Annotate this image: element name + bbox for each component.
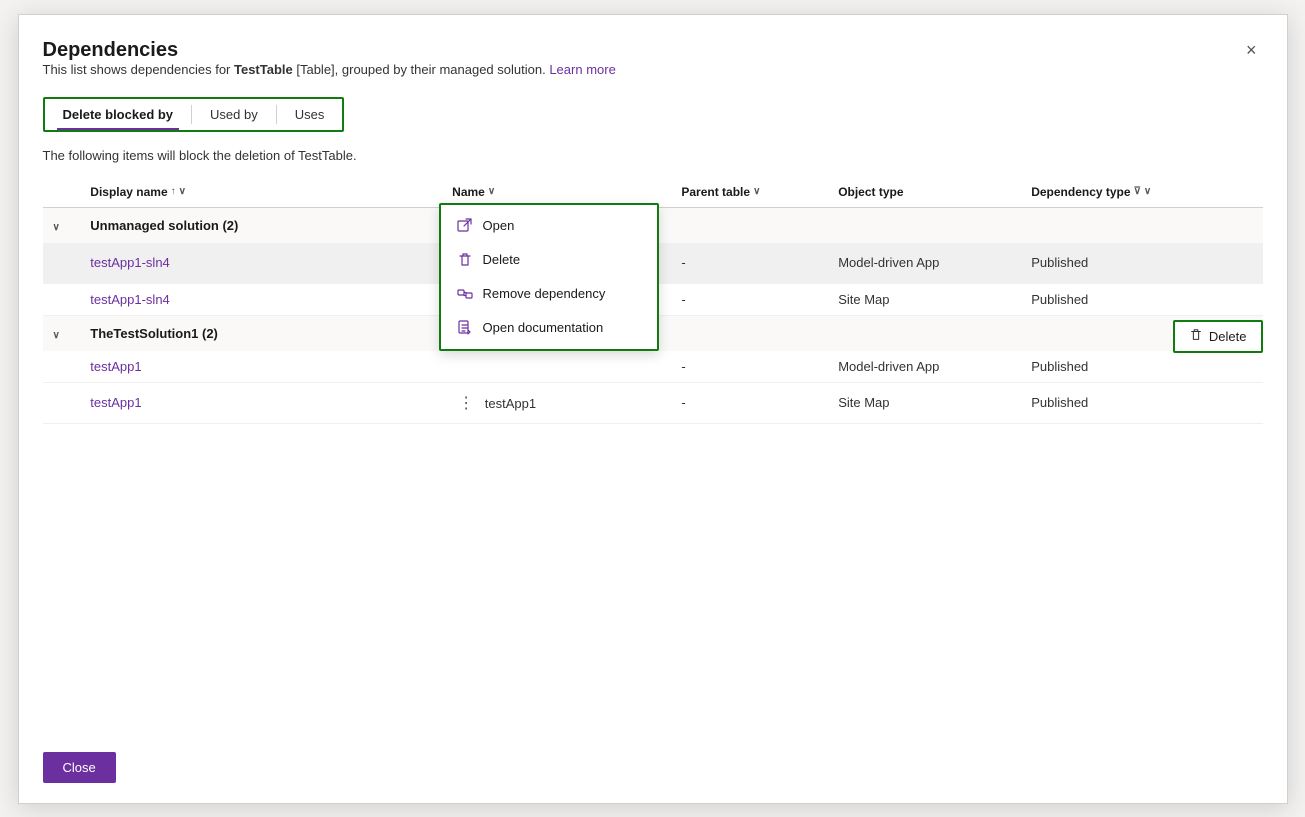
context-menu-item-open-doc[interactable]: Open documentation xyxy=(441,311,657,345)
delete-label: Delete xyxy=(483,252,521,267)
tab-uses[interactable]: Uses xyxy=(277,99,343,130)
row4-name: testApp1 xyxy=(485,396,536,411)
row4-display-link[interactable]: testApp1 xyxy=(90,395,141,410)
dialog-subtitle: This list shows dependencies for TestTab… xyxy=(43,62,616,77)
group-label-test-solution: TheTestSolution1 (2) xyxy=(80,315,1262,351)
remove-dep-label: Remove dependency xyxy=(483,286,606,301)
table-row: testApp1 ⋮ testApp1 - Site Map Published xyxy=(43,382,1263,423)
row2-display-name: testApp1-sln4 xyxy=(80,283,442,315)
close-dialog-button[interactable]: × xyxy=(1240,39,1263,61)
learn-more-link[interactable]: Learn more xyxy=(549,62,615,77)
open-icon xyxy=(457,218,473,234)
th-expand xyxy=(43,177,81,208)
row4-display-name: testApp1 xyxy=(80,382,442,423)
row1-parent: - xyxy=(671,243,828,284)
delete-button[interactable]: Delete xyxy=(1173,320,1263,353)
row3-parent: - xyxy=(671,351,828,383)
row1-dep-type: Published xyxy=(1021,243,1262,284)
subtitle-table: TestTable xyxy=(234,62,293,77)
group-expand-test-solution[interactable]: ∨ xyxy=(43,315,81,351)
group-expand-unmanaged[interactable]: ∨ xyxy=(43,207,81,243)
sort-dep-type[interactable]: Dependency type ⊽ ∨ xyxy=(1031,185,1151,199)
delete-menu-icon xyxy=(457,252,473,268)
sort-parent-icon: ∨ xyxy=(753,186,760,197)
doc-icon xyxy=(457,320,473,336)
row3-display-link[interactable]: testApp1 xyxy=(90,359,141,374)
block-message: The following items will block the delet… xyxy=(43,148,1263,163)
tabs-container: Delete blocked by Used by Uses xyxy=(43,97,345,132)
th-dependency-type: Dependency type ⊽ ∨ xyxy=(1021,177,1262,208)
sort-asc-icon: ↑ xyxy=(171,186,176,197)
row3-display-name: testApp1 xyxy=(80,351,442,383)
sort-name-icon: ∨ xyxy=(488,186,495,197)
th-display-name: Display name ↑ ∨ xyxy=(80,177,442,208)
row4-more-cell: ⋮ testApp1 xyxy=(442,382,671,423)
group-label-unmanaged: Unmanaged solution (2) xyxy=(80,207,1262,243)
chevron-down-icon-2: ∨ xyxy=(53,330,60,341)
dialog-footer: Close xyxy=(43,736,1263,803)
tab-used-by[interactable]: Used by xyxy=(192,99,276,130)
dialog-header: Dependencies This list shows dependencie… xyxy=(43,39,1263,91)
open-doc-label: Open documentation xyxy=(483,320,604,335)
row1-display-name: testApp1-sln4 xyxy=(80,243,442,284)
row2-display-link[interactable]: testApp1-sln4 xyxy=(90,292,170,307)
close-footer-button[interactable]: Close xyxy=(43,752,116,783)
row3-dep-type: Published xyxy=(1021,351,1262,383)
sort-desc-icon: ∨ xyxy=(179,186,186,197)
subtitle-suffix: [Table], grouped by their managed soluti… xyxy=(293,62,546,77)
row4-dep-type: Published xyxy=(1021,382,1262,423)
row2-parent: - xyxy=(671,283,828,315)
table-row: testApp1 - Model-driven App Published xyxy=(43,351,1263,383)
row4-parent: - xyxy=(671,382,828,423)
tab-delete-blocked-by[interactable]: Delete blocked by xyxy=(45,99,192,130)
row4-object-type: Site Map xyxy=(828,382,1021,423)
filter-dep-icon: ⊽ xyxy=(1134,186,1141,197)
context-menu-item-delete[interactable]: Delete xyxy=(441,243,657,277)
remove-dep-icon xyxy=(457,286,473,302)
row1-expand xyxy=(43,243,81,284)
row4-more-button[interactable]: ⋮ xyxy=(452,391,481,415)
row3-object-type: Model-driven App xyxy=(828,351,1021,383)
sort-display-name[interactable]: Display name ↑ ∨ xyxy=(90,185,186,199)
context-menu-item-open[interactable]: Open xyxy=(441,209,657,243)
sort-name[interactable]: Name ∨ xyxy=(452,185,495,199)
th-object-type: Object type xyxy=(828,177,1021,208)
sort-parent[interactable]: Parent table ∨ xyxy=(681,185,760,199)
row1-object-type: Model-driven App xyxy=(828,243,1021,284)
row2-expand xyxy=(43,283,81,315)
th-parent-table: Parent table ∨ xyxy=(671,177,828,208)
delete-btn-icon xyxy=(1189,328,1203,345)
context-menu: Open Delete Remove dependency xyxy=(439,203,659,351)
chevron-down-icon: ∨ xyxy=(53,222,60,233)
delete-btn-label: Delete xyxy=(1209,329,1247,344)
row1-display-link[interactable]: testApp1-sln4 xyxy=(90,255,170,270)
sort-dep-icon: ∨ xyxy=(1144,186,1151,197)
context-menu-item-remove-dep[interactable]: Remove dependency xyxy=(441,277,657,311)
row4-expand xyxy=(43,382,81,423)
row2-object-type: Site Map xyxy=(828,283,1021,315)
dialog-title: Dependencies xyxy=(43,39,616,62)
row3-expand xyxy=(43,351,81,383)
open-label: Open xyxy=(483,218,515,233)
row2-dep-type: Published xyxy=(1021,283,1262,315)
subtitle-prefix: This list shows dependencies for xyxy=(43,62,234,77)
dependencies-dialog: Dependencies This list shows dependencie… xyxy=(18,14,1288,804)
row3-name xyxy=(442,351,671,383)
